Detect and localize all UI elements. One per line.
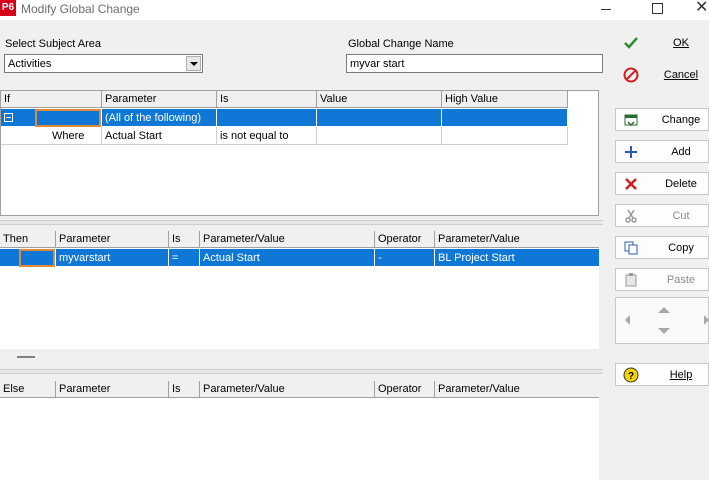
parameter-cell[interactable]: myvarstart bbox=[56, 249, 169, 267]
copy-icon bbox=[624, 241, 638, 255]
col-parameter-value[interactable]: Parameter/Value bbox=[200, 381, 375, 398]
col-is[interactable]: Is bbox=[217, 91, 317, 108]
parameter-value-cell[interactable]: Actual Start bbox=[200, 249, 375, 267]
col-high-value[interactable]: High Value bbox=[442, 91, 568, 108]
help-label: Help bbox=[669, 369, 693, 381]
col-is[interactable]: Is bbox=[169, 231, 200, 248]
table-row[interactable]: myvarstart = Actual Start - BL Project S… bbox=[0, 249, 599, 267]
splitter-grip[interactable] bbox=[17, 356, 35, 358]
col-parameter-value[interactable]: Parameter/Value bbox=[200, 231, 375, 248]
plus-icon bbox=[625, 146, 637, 158]
splitter[interactable] bbox=[0, 369, 603, 374]
title-bar: P6 Modify Global Change ✕ bbox=[0, 0, 709, 20]
add-label: Add bbox=[671, 146, 691, 158]
col-if[interactable]: If bbox=[1, 91, 102, 108]
value-cell[interactable] bbox=[317, 109, 442, 127]
window-title: Modify Global Change bbox=[21, 2, 140, 16]
col-parameter[interactable]: Parameter bbox=[56, 381, 169, 398]
arrow-up-icon[interactable] bbox=[658, 307, 670, 313]
add-button[interactable]: Add bbox=[615, 140, 709, 163]
col-value[interactable]: Value bbox=[317, 91, 442, 108]
col-operator[interactable]: Operator bbox=[375, 231, 435, 248]
col-parameter[interactable]: Parameter bbox=[56, 231, 169, 248]
move-arrows-pad bbox=[615, 297, 709, 344]
high-value-cell[interactable] bbox=[442, 127, 568, 145]
check-icon bbox=[624, 37, 638, 49]
maximize-button[interactable] bbox=[652, 3, 663, 14]
is-cell[interactable] bbox=[217, 109, 317, 127]
col-else[interactable]: Else bbox=[0, 381, 56, 398]
close-button[interactable]: ✕ bbox=[695, 0, 709, 18]
splitter[interactable] bbox=[0, 220, 603, 225]
help-icon: ? bbox=[623, 367, 639, 383]
subject-area-dropdown[interactable]: Activities bbox=[4, 54, 203, 73]
paste-button[interactable]: Paste bbox=[615, 268, 709, 291]
svg-text:?: ? bbox=[628, 371, 634, 382]
high-value-cell[interactable] bbox=[442, 109, 568, 127]
change-icon bbox=[624, 114, 638, 127]
ok-button[interactable]: OK bbox=[615, 31, 709, 54]
value-cell[interactable] bbox=[317, 127, 442, 145]
subject-area-label: Select Subject Area bbox=[5, 38, 102, 50]
col-then[interactable]: Then bbox=[0, 231, 56, 248]
cut-label: Cut bbox=[672, 210, 690, 222]
delete-label: Delete bbox=[665, 178, 697, 190]
change-button[interactable]: Change bbox=[615, 108, 709, 131]
table-row[interactable]: (All of the following) bbox=[1, 109, 568, 127]
then-cell[interactable] bbox=[0, 249, 56, 267]
cancel-label: Cancel bbox=[663, 69, 699, 81]
chevron-down-icon[interactable] bbox=[186, 56, 201, 71]
delete-x-icon bbox=[625, 178, 637, 190]
cancel-button[interactable]: Cancel bbox=[615, 63, 709, 86]
arrow-down-icon[interactable] bbox=[658, 328, 670, 334]
then-grid: Then Parameter Is Parameter/Value Operat… bbox=[0, 231, 599, 349]
if-cell[interactable]: Where bbox=[1, 127, 102, 145]
global-change-name-input[interactable]: myvar start bbox=[346, 54, 603, 73]
focus-cell[interactable] bbox=[35, 109, 101, 127]
paste-label: Paste bbox=[666, 274, 696, 286]
cut-button[interactable]: Cut bbox=[615, 204, 709, 227]
cancel-icon bbox=[623, 67, 639, 83]
if-grid: If Parameter Is Value High Value (All of… bbox=[0, 90, 599, 216]
parameter-value-2-cell[interactable]: BL Project Start bbox=[435, 249, 599, 267]
if-cell[interactable] bbox=[1, 109, 102, 127]
help-button[interactable]: ? Help bbox=[615, 363, 709, 386]
col-parameter-value-2[interactable]: Parameter/Value bbox=[435, 381, 599, 398]
scissors-icon bbox=[625, 209, 637, 223]
table-row[interactable]: Where Actual Start is not equal to bbox=[1, 127, 568, 145]
p6-app-icon: P6 bbox=[0, 0, 16, 16]
col-parameter-value-2[interactable]: Parameter/Value bbox=[435, 231, 599, 248]
col-operator[interactable]: Operator bbox=[375, 381, 435, 398]
subject-area-value: Activities bbox=[8, 58, 52, 70]
arrow-left-icon[interactable] bbox=[625, 315, 630, 325]
if-grid-header: If Parameter Is Value High Value bbox=[1, 91, 568, 108]
arrow-right-icon[interactable] bbox=[704, 315, 709, 325]
change-label: Change bbox=[661, 114, 701, 126]
focus-cell[interactable] bbox=[19, 249, 55, 267]
is-cell[interactable]: is not equal to bbox=[217, 127, 317, 145]
operator-cell[interactable]: - bbox=[375, 249, 435, 267]
is-cell[interactable]: = bbox=[169, 249, 200, 267]
collapse-icon[interactable] bbox=[4, 113, 13, 122]
paste-icon bbox=[625, 273, 637, 287]
minimize-button[interactable] bbox=[601, 9, 611, 10]
copy-button[interactable]: Copy bbox=[615, 236, 709, 259]
else-grid: Else Parameter Is Parameter/Value Operat… bbox=[0, 381, 599, 480]
parameter-cell[interactable]: (All of the following) bbox=[102, 109, 217, 127]
copy-label: Copy bbox=[668, 242, 694, 254]
col-parameter[interactable]: Parameter bbox=[102, 91, 217, 108]
parameter-cell[interactable]: Actual Start bbox=[102, 127, 217, 145]
col-is[interactable]: Is bbox=[169, 381, 200, 398]
else-grid-header: Else Parameter Is Parameter/Value Operat… bbox=[0, 381, 599, 398]
global-change-name-label: Global Change Name bbox=[348, 38, 454, 50]
delete-button[interactable]: Delete bbox=[615, 172, 709, 195]
ok-label: OK bbox=[673, 37, 689, 49]
then-grid-header: Then Parameter Is Parameter/Value Operat… bbox=[0, 231, 599, 248]
